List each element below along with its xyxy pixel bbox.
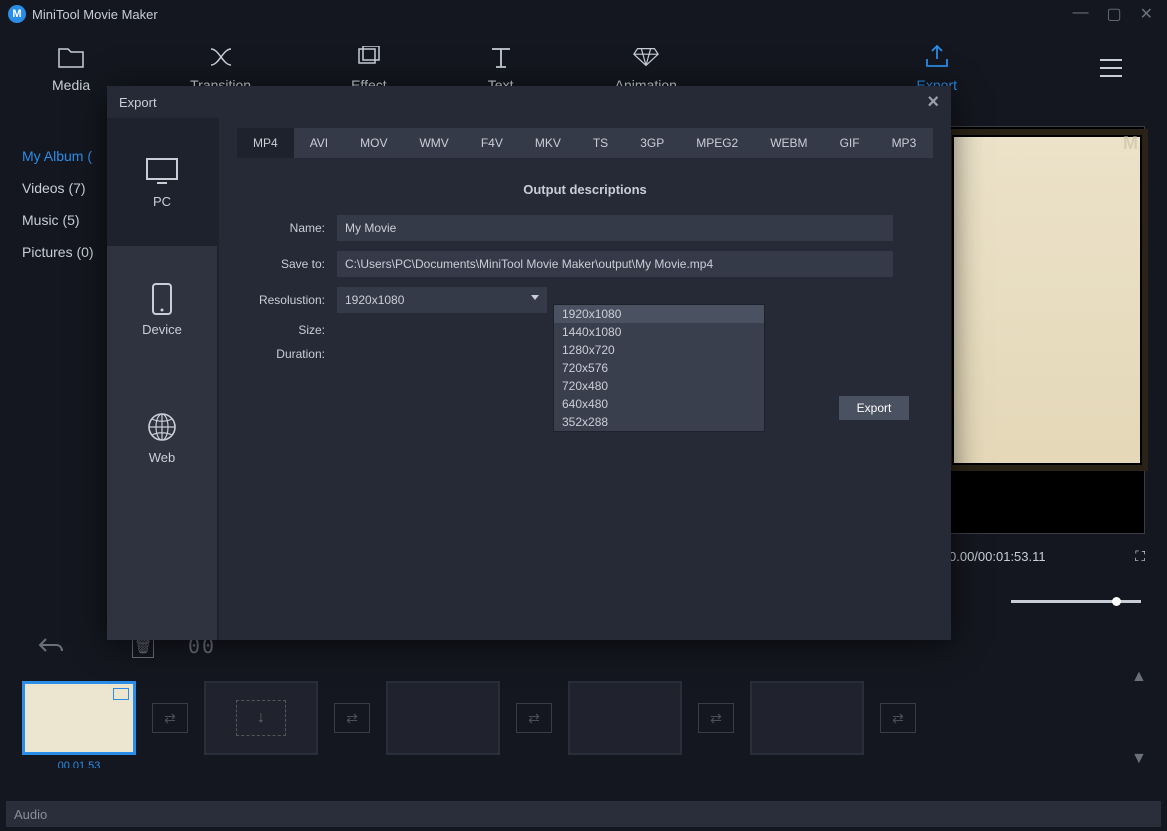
resolution-label: Resolustion: xyxy=(237,293,337,307)
app-logo-icon: M xyxy=(8,5,26,23)
monitor-icon xyxy=(145,156,179,186)
dialog-close-icon[interactable]: × xyxy=(927,91,939,114)
resolution-dropdown: 1920x1080 1440x1080 1280x720 720x576 720… xyxy=(553,304,765,432)
format-tab[interactable]: 3GP xyxy=(624,128,680,158)
timeline: 🗑 00 00.01.53 ⇄ ⇄ ⇄ ⇄ ⇄ ▲▼ xyxy=(22,624,1145,768)
preview-time: 0.00/00:01:53.11 xyxy=(949,549,1046,564)
format-tab[interactable]: WEBM xyxy=(754,128,823,158)
resolution-option[interactable]: 1280x720 xyxy=(554,341,764,359)
dialog-title: Export xyxy=(119,95,157,110)
export-target-web[interactable]: Web xyxy=(107,374,217,502)
export-dialog: Export × PC Device Web MP4 AVI MOV WMV xyxy=(107,86,951,640)
zoom-slider[interactable] xyxy=(949,594,1145,608)
minimize-icon[interactable]: — xyxy=(1072,4,1088,24)
hamburger-icon xyxy=(1097,54,1125,82)
format-tab[interactable]: F4V xyxy=(465,128,519,158)
globe-icon xyxy=(145,412,179,442)
title-bar: M MiniTool Movie Maker — ▢ ✕ xyxy=(0,0,1167,28)
diamond-icon xyxy=(632,43,660,71)
export-icon xyxy=(923,43,951,71)
transition-slot[interactable]: ⇄ xyxy=(698,703,734,733)
chevron-down-icon xyxy=(531,295,539,300)
fullscreen-icon[interactable]: ⛶ xyxy=(1135,548,1145,565)
clip-track[interactable]: 00.01.53 ⇄ ⇄ ⇄ ⇄ ⇄ xyxy=(22,668,1145,768)
format-tab[interactable]: WMV xyxy=(403,128,464,158)
format-tabs: MP4 AVI MOV WMV F4V MKV TS 3GP MPEG2 WEB… xyxy=(237,128,933,158)
format-tab[interactable]: MKV xyxy=(519,128,577,158)
app-title: MiniTool Movie Maker xyxy=(32,7,1072,22)
resolution-option[interactable]: 1920x1080 xyxy=(554,305,764,323)
export-target-pc[interactable]: PC xyxy=(107,118,217,246)
resolution-option[interactable]: 720x576 xyxy=(554,359,764,377)
effect-icon xyxy=(355,43,383,71)
name-input[interactable] xyxy=(337,215,893,241)
format-tab[interactable]: MOV xyxy=(344,128,403,158)
audio-label: Audio xyxy=(14,807,47,822)
export-target-device[interactable]: Device xyxy=(107,246,217,374)
name-label: Name: xyxy=(237,221,337,235)
dialog-header: Export × xyxy=(107,86,951,118)
watermark-icon: M xyxy=(1123,133,1138,154)
resolution-option[interactable]: 1440x1080 xyxy=(554,323,764,341)
timeline-clip[interactable]: 00.01.53 xyxy=(22,681,136,755)
tab-media[interactable]: Media xyxy=(52,43,90,93)
timeline-clip[interactable] xyxy=(568,681,682,755)
menu-button[interactable] xyxy=(1097,54,1125,82)
format-tab[interactable]: AVI xyxy=(294,128,344,158)
format-tab[interactable]: GIF xyxy=(824,128,876,158)
format-tab[interactable]: MP3 xyxy=(876,128,933,158)
transition-slot[interactable]: ⇄ xyxy=(880,703,916,733)
size-label: Size: xyxy=(237,323,337,337)
undo-icon[interactable] xyxy=(38,637,64,655)
format-tab[interactable]: TS xyxy=(577,128,624,158)
preview-panel: M 0.00/00:01:53.11 ⛶ xyxy=(949,126,1145,608)
resolution-option[interactable]: 640x480 xyxy=(554,395,764,413)
duration-label: Duration: xyxy=(237,347,337,361)
maximize-icon[interactable]: ▢ xyxy=(1106,4,1121,24)
transition-slot[interactable]: ⇄ xyxy=(334,703,370,733)
transition-slot[interactable]: ⇄ xyxy=(152,703,188,733)
preview-time-bar: 0.00/00:01:53.11 ⛶ xyxy=(949,534,1145,578)
folder-icon xyxy=(57,43,85,71)
timeline-clip[interactable] xyxy=(204,681,318,755)
resolution-select[interactable]: 1920x1080 xyxy=(337,287,547,313)
phone-icon xyxy=(145,284,179,314)
timeline-scroll[interactable]: ▲▼ xyxy=(1131,668,1147,768)
export-settings-panel: MP4 AVI MOV WMV F4V MKV TS 3GP MPEG2 WEB… xyxy=(219,118,951,640)
transition-slot[interactable]: ⇄ xyxy=(516,703,552,733)
resolution-option[interactable]: 720x480 xyxy=(554,377,764,395)
timeline-clip[interactable] xyxy=(386,681,500,755)
format-tab[interactable]: MP4 xyxy=(237,128,294,158)
saveto-label: Save to: xyxy=(237,257,337,271)
close-icon[interactable]: ✕ xyxy=(1140,4,1153,24)
text-icon xyxy=(487,43,515,71)
export-confirm-button[interactable]: Export xyxy=(839,396,909,420)
export-target-sidebar: PC Device Web xyxy=(107,118,219,640)
saveto-input[interactable] xyxy=(337,251,893,277)
transition-icon xyxy=(207,43,235,71)
preview-frame[interactable]: M xyxy=(949,126,1145,534)
resolution-option[interactable]: 352x288 xyxy=(554,413,764,431)
output-heading: Output descriptions xyxy=(237,182,933,197)
preview-content xyxy=(954,137,1140,463)
audio-track[interactable]: Audio xyxy=(6,801,1161,827)
timeline-clip[interactable] xyxy=(750,681,864,755)
format-tab[interactable]: MPEG2 xyxy=(680,128,754,158)
